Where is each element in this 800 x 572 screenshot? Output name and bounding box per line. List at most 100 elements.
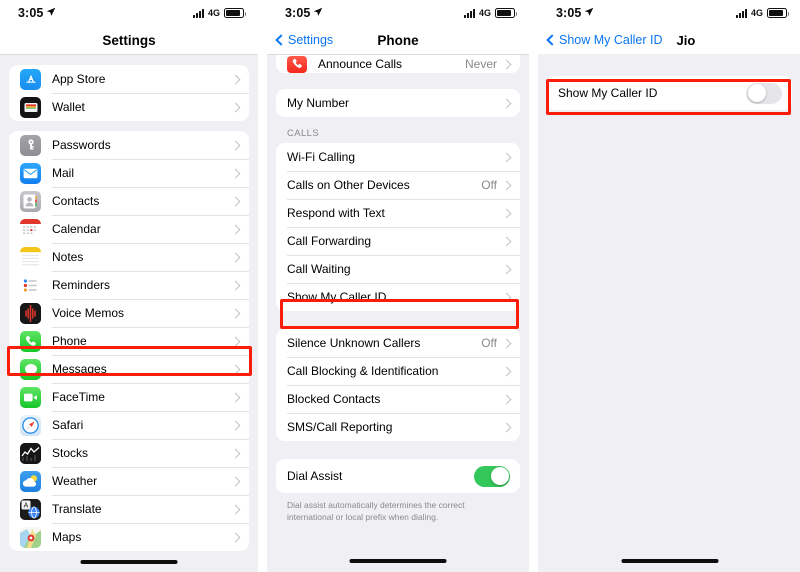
phone-settings-scroll-view[interactable]: Announce Calls Never My Number CALLS Wi-… — [267, 55, 529, 572]
sidebar-item-messages[interactable]: Messages — [9, 355, 249, 383]
phone-icon — [20, 330, 41, 352]
sidebar-item-mail[interactable]: Mail — [9, 159, 249, 187]
sidebar-item-voice-memos[interactable]: Voice Memos — [9, 299, 249, 327]
panel-settings: 3:05 4G Settings App Store Wallet Passwo… — [0, 0, 258, 572]
sidebar-item-weather[interactable]: Weather — [9, 467, 249, 495]
panel-gap-1 — [258, 0, 267, 572]
three-panel-screenshot: 3:05 4G Settings App Store Wallet Passwo… — [0, 0, 800, 572]
row-show-my-caller-id-toggle[interactable]: Show My Caller ID — [547, 76, 792, 110]
chevron-right-icon — [501, 422, 512, 432]
sidebar-item-calendar[interactable]: Calendar — [9, 215, 249, 243]
location-arrow-icon — [313, 4, 323, 22]
status-bar-time: 3:05 — [285, 6, 311, 20]
sidebar-item-label: Contacts — [52, 194, 100, 208]
back-button-label: Settings — [288, 33, 334, 47]
toggle-knob — [747, 84, 766, 102]
row-dial-assist[interactable]: Dial Assist — [276, 459, 520, 493]
settings-group-announce: Announce Calls Never — [276, 55, 520, 73]
chevron-right-icon — [501, 236, 512, 246]
row-silence-unknown-callers[interactable]: Silence Unknown Callers Off — [276, 329, 520, 357]
chevron-right-icon — [230, 102, 241, 112]
network-type-label: 4G — [478, 8, 491, 18]
settings-group-calls: Wi-Fi Calling Calls on Other Devices Off… — [276, 143, 520, 311]
sidebar-item-label: Safari — [52, 418, 84, 432]
sidebar-item-notes[interactable]: Notes — [9, 243, 249, 271]
sidebar-item-label: Weather — [52, 474, 98, 488]
row-show-my-caller-id[interactable]: Show My Caller ID — [276, 283, 520, 311]
chevron-right-icon — [230, 532, 241, 542]
row-calls-on-other-devices[interactable]: Calls on Other Devices Off — [276, 171, 520, 199]
sidebar-item-translate[interactable]: A Translate — [9, 495, 249, 523]
sidebar-item-label: Messages — [52, 362, 107, 376]
battery-icon — [224, 8, 246, 18]
caller-id-scroll-view[interactable]: Show My Caller ID — [538, 54, 800, 572]
panel-gap-2 — [529, 0, 538, 572]
chevron-right-icon — [501, 59, 512, 69]
row-label: SMS/Call Reporting — [287, 420, 393, 434]
row-call-forwarding[interactable]: Call Forwarding — [276, 227, 520, 255]
maps-icon — [20, 526, 41, 548]
home-indicator — [621, 559, 718, 563]
row-label: Dial Assist — [287, 469, 343, 483]
sidebar-item-safari[interactable]: Safari — [9, 411, 249, 439]
row-call-blocking-identification[interactable]: Call Blocking & Identification — [276, 357, 520, 385]
chevron-right-icon — [501, 292, 512, 302]
sidebar-item-maps[interactable]: Maps — [9, 523, 249, 551]
row-label: Announce Calls — [318, 57, 403, 71]
row-call-waiting[interactable]: Call Waiting — [276, 255, 520, 283]
show-my-caller-id-toggle[interactable] — [746, 82, 782, 104]
row-sms-call-reporting[interactable]: SMS/Call Reporting — [276, 413, 520, 441]
chevron-left-icon — [275, 34, 287, 46]
status-bar-right: 4G — [463, 8, 517, 18]
mail-icon — [20, 162, 41, 184]
row-blocked-contacts[interactable]: Blocked Contacts — [276, 385, 520, 413]
status-bar: 3:05 4G — [0, 0, 258, 26]
chevron-right-icon — [501, 152, 512, 162]
sidebar-item-contacts[interactable]: Contacts — [9, 187, 249, 215]
chevron-right-icon — [230, 224, 241, 234]
sidebar-item-stocks[interactable]: Stocks — [9, 439, 249, 467]
settings-group-blocking: Silence Unknown Callers Off Call Blockin… — [276, 329, 520, 441]
sidebar-item-facetime[interactable]: FaceTime — [9, 383, 249, 411]
sidebar-item-app-store[interactable]: App Store — [9, 65, 249, 93]
chevron-right-icon — [501, 208, 512, 218]
sidebar-item-label: Phone — [52, 334, 87, 348]
row-label: Call Blocking & Identification — [287, 364, 439, 378]
back-button[interactable]: Settings — [275, 33, 334, 47]
row-announce-calls[interactable]: Announce Calls Never — [276, 55, 520, 73]
row-label: Show My Caller ID — [558, 86, 658, 100]
dial-assist-toggle[interactable] — [474, 465, 510, 487]
status-bar-time: 3:05 — [556, 6, 582, 20]
chevron-right-icon — [501, 366, 512, 376]
row-label: Call Forwarding — [287, 234, 372, 248]
notes-icon — [20, 246, 41, 268]
chevron-right-icon — [230, 168, 241, 178]
sidebar-item-reminders[interactable]: Reminders — [9, 271, 249, 299]
sidebar-item-label: Translate — [52, 502, 102, 516]
row-respond-with-text[interactable]: Respond with Text — [276, 199, 520, 227]
sidebar-item-label: Wallet — [52, 100, 85, 114]
page-title: Settings — [102, 32, 156, 48]
chevron-right-icon — [501, 338, 512, 348]
row-my-number[interactable]: My Number — [276, 89, 520, 117]
settings-scroll-view[interactable]: App Store Wallet Passwords Mail Contacts… — [0, 55, 258, 572]
toggle-knob — [490, 467, 509, 485]
sidebar-item-wallet[interactable]: Wallet — [9, 93, 249, 121]
back-button[interactable]: Show My Caller ID — [546, 33, 663, 47]
sidebar-item-passwords[interactable]: Passwords — [9, 131, 249, 159]
settings-group-apps: Passwords Mail Contacts Calendar Notes R… — [9, 131, 249, 551]
app-store-icon — [20, 68, 41, 90]
status-bar-right: 4G — [192, 8, 246, 18]
home-indicator — [80, 560, 178, 564]
chevron-right-icon — [501, 180, 512, 190]
stocks-icon — [20, 442, 41, 464]
location-arrow-icon — [584, 4, 594, 22]
sidebar-item-label: Reminders — [52, 278, 111, 292]
sidebar-item-phone[interactable]: Phone — [9, 327, 249, 355]
row-wifi-calling[interactable]: Wi-Fi Calling — [276, 143, 520, 171]
translate-icon: A — [20, 498, 41, 520]
voice-memos-icon — [20, 302, 41, 324]
row-value: Never — [464, 57, 497, 71]
network-type-label: 4G — [750, 8, 763, 18]
chevron-right-icon — [230, 308, 241, 318]
